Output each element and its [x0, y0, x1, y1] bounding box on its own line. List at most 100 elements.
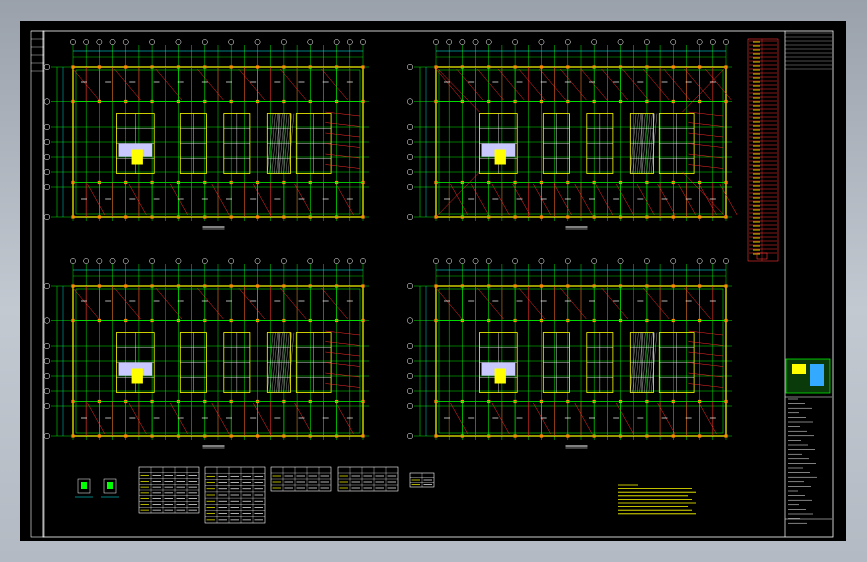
axis-bubble — [43, 63, 51, 71]
slab-diagonal — [211, 402, 230, 435]
slab-diagonal — [155, 68, 183, 101]
slab-diagonal — [197, 287, 224, 320]
axis-bubble — [406, 213, 414, 221]
axis-bubble — [670, 258, 677, 264]
axis-bubble — [406, 342, 414, 350]
slab-diagonal — [87, 183, 106, 216]
legend-small — [409, 472, 435, 488]
stair-line — [688, 362, 724, 367]
axis-bubble — [485, 39, 492, 45]
slab-diagonal — [553, 183, 572, 216]
axis-bubble — [43, 168, 51, 176]
elevator — [131, 368, 143, 384]
slab-diagonal — [450, 402, 469, 435]
column — [71, 215, 75, 219]
slab-diagonal — [87, 402, 106, 435]
axis-bubble — [696, 258, 703, 264]
schedule-1 — [138, 466, 200, 514]
slab-diagonal — [684, 68, 711, 101]
schedule-4 — [337, 466, 399, 492]
slab-diagonal — [698, 183, 717, 216]
axis-bubble — [333, 39, 340, 45]
slab-diagonal — [684, 287, 711, 320]
plan-bottom-left — [43, 258, 369, 449]
slab-diagonal — [682, 171, 727, 218]
slab-diagonal — [533, 183, 551, 216]
section-details — [75, 478, 119, 498]
axis-bubble — [228, 39, 235, 45]
axis-bubble — [591, 258, 598, 264]
axis-bubble — [406, 138, 414, 146]
sheet-left-strip — [30, 30, 45, 538]
axis-bubble — [617, 258, 624, 264]
slab-diagonal — [252, 183, 271, 216]
axis-bubble — [485, 258, 492, 264]
stair-line — [325, 153, 361, 159]
stair-line — [688, 143, 724, 148]
slab-diagonal — [615, 183, 634, 216]
slab-diagonal — [491, 183, 510, 216]
column — [361, 65, 365, 69]
axis-bubble — [346, 39, 353, 45]
slab-diagonal — [128, 402, 147, 435]
slab-diagonal — [435, 171, 480, 218]
slab-diagonal — [477, 68, 504, 101]
slab-diagonal — [335, 183, 354, 216]
slab-diagonal — [321, 68, 348, 101]
slab-diagonal — [238, 68, 266, 101]
drawing-canvas[interactable] — [20, 21, 846, 541]
axis-bubble — [406, 387, 414, 395]
stair-line — [688, 111, 724, 117]
slab-diagonal — [539, 68, 566, 101]
slab-diagonal — [719, 183, 738, 216]
axis-bubble — [43, 357, 51, 365]
slab-diagonal — [477, 287, 504, 320]
stair-line — [688, 330, 724, 336]
axis-bubble — [459, 258, 466, 264]
slab-diagonal — [518, 287, 546, 320]
axis-bubble — [307, 39, 314, 45]
axis-bubble — [472, 39, 479, 45]
axis-bubble — [670, 39, 677, 45]
axis-bubble — [43, 317, 51, 324]
slab-diagonal — [622, 68, 649, 101]
axis-bubble — [446, 258, 453, 264]
axis-bubble — [564, 258, 571, 264]
axis-bubble — [43, 282, 51, 290]
axis-bubble — [696, 39, 703, 45]
stair-line — [325, 351, 361, 357]
column — [434, 284, 438, 288]
slab-diagonal — [533, 402, 551, 435]
axis-bubble — [43, 98, 51, 105]
axis-bubble — [109, 258, 116, 264]
axis-bubble — [459, 39, 466, 45]
axis-bubble — [43, 123, 51, 131]
plan-top-right — [406, 39, 738, 230]
slab-diagonal — [491, 402, 510, 435]
stair-line — [688, 341, 724, 346]
axis-bubble — [433, 39, 439, 45]
axis-bubble — [433, 258, 439, 264]
cad-drawing-viewport[interactable] — [20, 21, 846, 541]
axis-bubble — [406, 357, 414, 365]
elevator — [494, 149, 506, 165]
stair-line — [325, 132, 361, 138]
slab-diagonal — [321, 287, 348, 320]
axis-bubble — [96, 258, 103, 264]
axis-bubble — [201, 39, 208, 45]
elevator — [494, 368, 506, 384]
yellow-notes — [618, 484, 696, 515]
axis-bubble — [96, 39, 103, 45]
axis-bubble — [122, 258, 129, 264]
axis-bubble — [591, 39, 598, 45]
axis-bubble — [617, 39, 624, 45]
column-schedule — [747, 38, 779, 262]
axis-bubble — [281, 258, 287, 264]
slab-diagonal — [435, 66, 480, 113]
slab-diagonal — [574, 183, 593, 216]
stair-line — [688, 153, 724, 159]
axis-bubble — [109, 39, 116, 45]
axis-bubble — [723, 39, 729, 45]
axis-bubble — [346, 258, 353, 264]
axis-bubble — [149, 258, 155, 264]
